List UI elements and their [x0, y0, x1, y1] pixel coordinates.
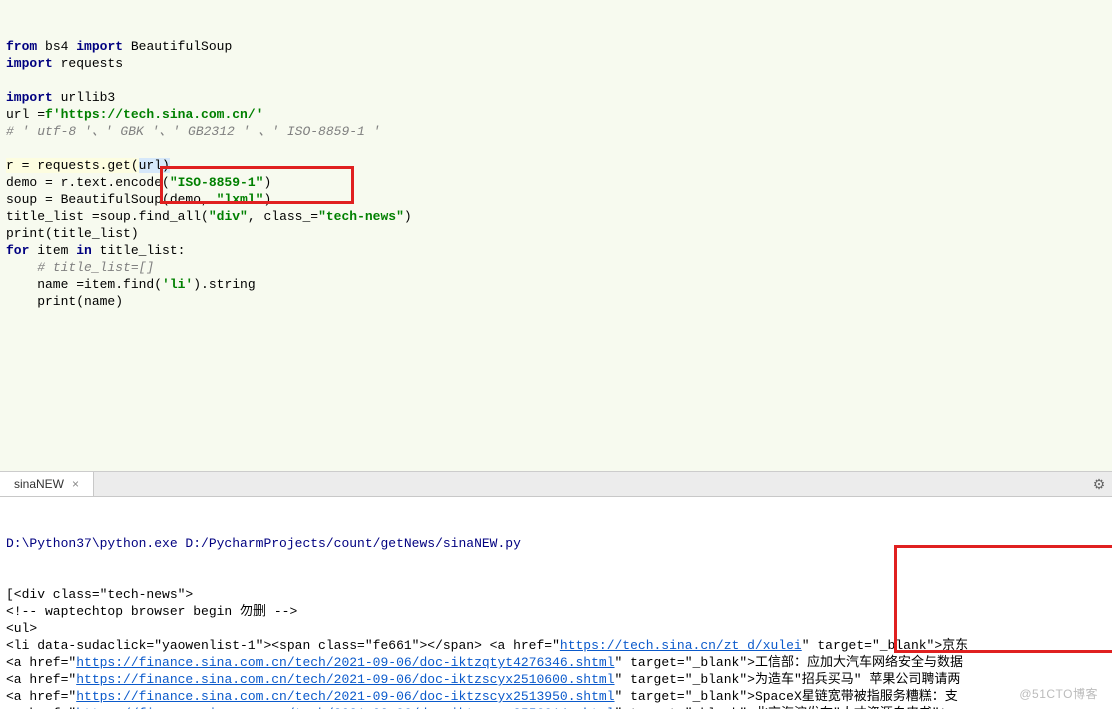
code-line: # ' utf-8 '、' GBK '、' GB2312 ' 、' ISO-88…	[6, 123, 1106, 140]
gear-icon[interactable]: ⚙	[1086, 472, 1112, 496]
code-line: for item in title_list:	[6, 242, 1106, 259]
console-line: <a href="https://finance.sina.com.cn/tec…	[6, 688, 1106, 705]
tab-label: sinaNEW	[14, 476, 64, 493]
code-line: soup = BeautifulSoup(demo, "lxml")	[6, 191, 1106, 208]
close-icon[interactable]: ×	[72, 476, 79, 493]
code-line: url =f'https://tech.sina.com.cn/'	[6, 106, 1106, 123]
code-line: print(name)	[6, 293, 1106, 310]
code-line: # title_list=[]	[6, 259, 1106, 276]
code-line: name =item.find('li').string	[6, 276, 1106, 293]
code-editor[interactable]: from bs4 import BeautifulSoupimport requ…	[0, 0, 1112, 472]
console-tab-sinanew[interactable]: sinaNEW ×	[0, 472, 94, 496]
console-line: <li data-sudaclick="yaowenlist-1"><span …	[6, 637, 1106, 654]
console-line: <a href="https://finance.sina.com.cn/tec…	[6, 671, 1106, 688]
console-line: <a href="https://finance.sina.com.cn/tec…	[6, 654, 1106, 671]
console-tab-bar: sinaNEW × ⚙	[0, 472, 1112, 497]
code-line: print(title_list)	[6, 225, 1106, 242]
console-line: <a href="https://finance.sina.com.cn/tec…	[6, 705, 1106, 709]
code-line	[6, 140, 1106, 157]
code-line: title_list =soup.find_all("div", class_=…	[6, 208, 1106, 225]
code-line	[6, 72, 1106, 89]
code-line: demo = r.text.encode("ISO-8859-1")	[6, 174, 1106, 191]
code-line: import urllib3	[6, 89, 1106, 106]
console-line: <!-- waptechtop browser begin 勿删 -->	[6, 603, 1106, 620]
run-command: D:\Python37\python.exe D:/PycharmProject…	[6, 535, 1106, 552]
run-console[interactable]: D:\Python37\python.exe D:/PycharmProject…	[0, 497, 1112, 709]
code-line: r = requests.get(url)	[6, 158, 170, 173]
console-line: <ul>	[6, 620, 1106, 637]
code-line: from bs4 import BeautifulSoup	[6, 38, 1106, 55]
tab-spacer	[94, 472, 1086, 496]
console-line: [<div class="tech-news">	[6, 586, 1106, 603]
code-line: import requests	[6, 55, 1106, 72]
